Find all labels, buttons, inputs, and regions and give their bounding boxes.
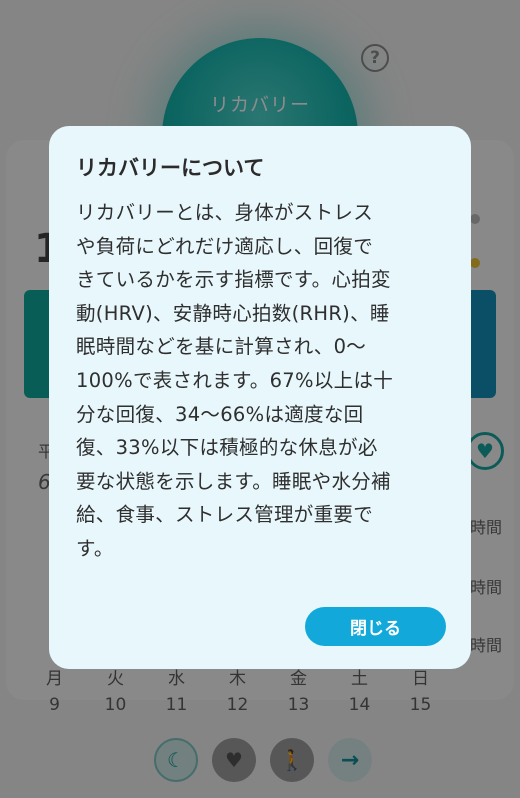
dialog-title: リカバリーについて [76,156,265,180]
close-button[interactable]: 閉じる [305,607,446,646]
dialog-body: リカバリーとは、身体がストレス や負荷にどれだけ適応し、回復で きているかを示す… [76,201,394,560]
recovery-info-dialog: リカバリーについて リカバリーとは、身体がストレス や負荷にどれだけ適応し、回復… [49,126,471,669]
